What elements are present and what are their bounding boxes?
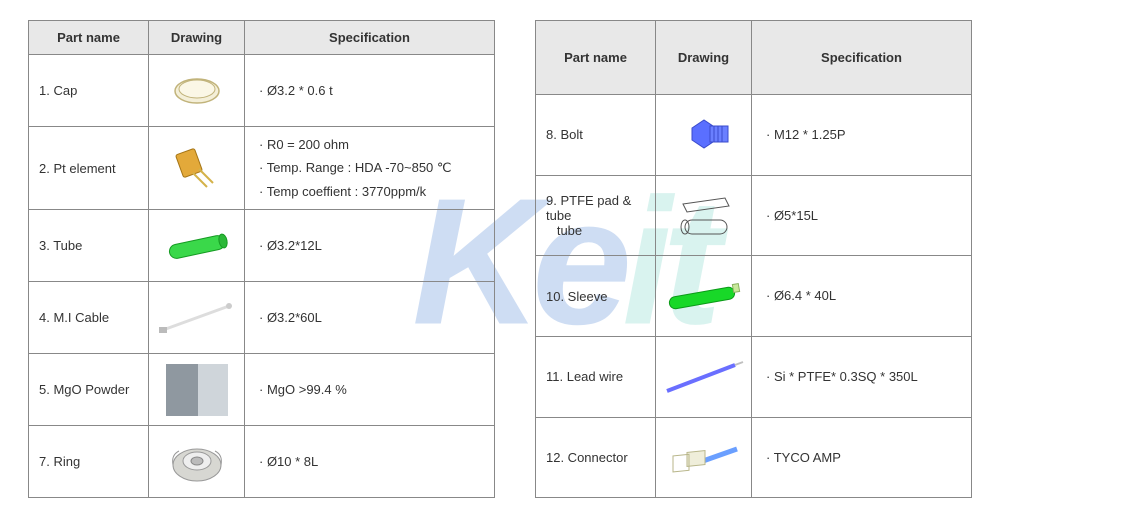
part-spec: · Ø3.2*60L xyxy=(245,282,495,354)
part-spec: · Ø6.4 * 40L xyxy=(752,256,972,337)
header-partname: Part name xyxy=(536,21,656,95)
ring-icon xyxy=(167,437,227,487)
part-drawing xyxy=(149,127,245,210)
part-spec: · MgO >99.4 % xyxy=(245,354,495,426)
part-name: 5. MgO Powder xyxy=(29,354,149,426)
spec-line: · M12 * 1.25P xyxy=(766,123,957,146)
part-drawing xyxy=(656,95,752,176)
part-name: 11. Lead wire xyxy=(536,336,656,417)
part-name: 1. Cap xyxy=(29,55,149,127)
part-name: 7. Ring xyxy=(29,426,149,498)
table-row: 12. Connector · TYCO AMP xyxy=(536,417,972,498)
table-row: 10. Sleeve · Ø6.4 * 40L xyxy=(536,256,972,337)
part-drawing xyxy=(149,282,245,354)
part-spec: · M12 * 1.25P xyxy=(752,95,972,176)
part-spec: · R0 = 200 ohm · Temp. Range : HDA -70~8… xyxy=(245,127,495,210)
spec-line: · Ø5*15L xyxy=(766,204,957,227)
spec-line: · Ø3.2*60L xyxy=(259,306,480,329)
wire-icon xyxy=(663,357,745,397)
part-name-line2: tube xyxy=(557,223,582,238)
part-name: 2. Pt element xyxy=(29,127,149,210)
part-drawing xyxy=(149,354,245,426)
part-spec: · Ø10 * 8L xyxy=(245,426,495,498)
spec-line: · Si * PTFE* 0.3SQ * 350L xyxy=(766,365,957,388)
part-spec: · Ø3.2*12L xyxy=(245,210,495,282)
table-header-row: Part name Drawing Specification xyxy=(536,21,972,95)
pt-icon xyxy=(167,143,227,193)
spec-line: · Ø6.4 * 40L xyxy=(766,284,957,307)
spec-line: · Temp coeffient : 3770ppm/k xyxy=(259,180,480,203)
spec-line: · Temp. Range : HDA -70~850 ℃ xyxy=(259,156,480,179)
spec-line: · Ø3.2 * 0.6 t xyxy=(259,79,480,102)
page: Part name Drawing Specification 1. Cap ·… xyxy=(0,0,1124,518)
part-drawing xyxy=(149,426,245,498)
part-name-line1: 9. PTFE pad & tube xyxy=(546,193,631,223)
header-spec: Specification xyxy=(752,21,972,95)
part-spec: · Ø3.2 * 0.6 t xyxy=(245,55,495,127)
conn-icon xyxy=(663,437,745,477)
part-drawing xyxy=(656,417,752,498)
table-row: 11. Lead wire · Si * PTFE* 0.3SQ * 350L xyxy=(536,336,972,417)
part-spec: · Si * PTFE* 0.3SQ * 350L xyxy=(752,336,972,417)
table-row: 2. Pt element · R0 = 200 ohm · Temp. Ran… xyxy=(29,127,495,210)
spec-line: · MgO >99.4 % xyxy=(259,378,480,401)
sleeve-icon xyxy=(663,274,745,318)
bolt-icon xyxy=(674,110,734,160)
tube-icon xyxy=(161,226,233,266)
part-name: 10. Sleeve xyxy=(536,256,656,337)
table-row: 5. MgO Powder · MgO >99.4 % xyxy=(29,354,495,426)
header-spec: Specification xyxy=(245,21,495,55)
ptfe-icon xyxy=(669,190,739,240)
part-name: 8. Bolt xyxy=(536,95,656,176)
table-row: 3. Tube · Ø3.2*12L xyxy=(29,210,495,282)
table-row: 4. M.I Cable · Ø3.2*60L xyxy=(29,282,495,354)
part-drawing xyxy=(149,210,245,282)
powder-icon xyxy=(164,362,230,418)
table-row: 1. Cap · Ø3.2 * 0.6 t xyxy=(29,55,495,127)
cable-icon xyxy=(157,298,237,338)
cap-icon xyxy=(169,71,225,111)
part-drawing xyxy=(656,175,752,256)
spec-line: · Ø10 * 8L xyxy=(259,450,480,473)
part-drawing xyxy=(656,336,752,417)
table-header-row: Part name Drawing Specification xyxy=(29,21,495,55)
part-spec: · TYCO AMP xyxy=(752,417,972,498)
header-partname: Part name xyxy=(29,21,149,55)
parts-table-left: Part name Drawing Specification 1. Cap ·… xyxy=(28,20,495,498)
part-name: 4. M.I Cable xyxy=(29,282,149,354)
part-name: 3. Tube xyxy=(29,210,149,282)
table-row: 9. PTFE pad & tube tube · Ø5*15L xyxy=(536,175,972,256)
part-drawing xyxy=(656,256,752,337)
part-spec: · Ø5*15L xyxy=(752,175,972,256)
table-row: 8. Bolt · M12 * 1.25P xyxy=(536,95,972,176)
part-drawing xyxy=(149,55,245,127)
parts-table-right: Part name Drawing Specification 8. Bolt xyxy=(535,20,972,498)
header-drawing: Drawing xyxy=(656,21,752,95)
spec-line: · Ø3.2*12L xyxy=(259,234,480,257)
header-drawing: Drawing xyxy=(149,21,245,55)
part-name: 12. Connector xyxy=(536,417,656,498)
part-name: 9. PTFE pad & tube tube xyxy=(536,175,656,256)
spec-line: · R0 = 200 ohm xyxy=(259,133,480,156)
table-row: 7. Ring · Ø10 * 8L xyxy=(29,426,495,498)
spec-line: · TYCO AMP xyxy=(766,446,957,469)
